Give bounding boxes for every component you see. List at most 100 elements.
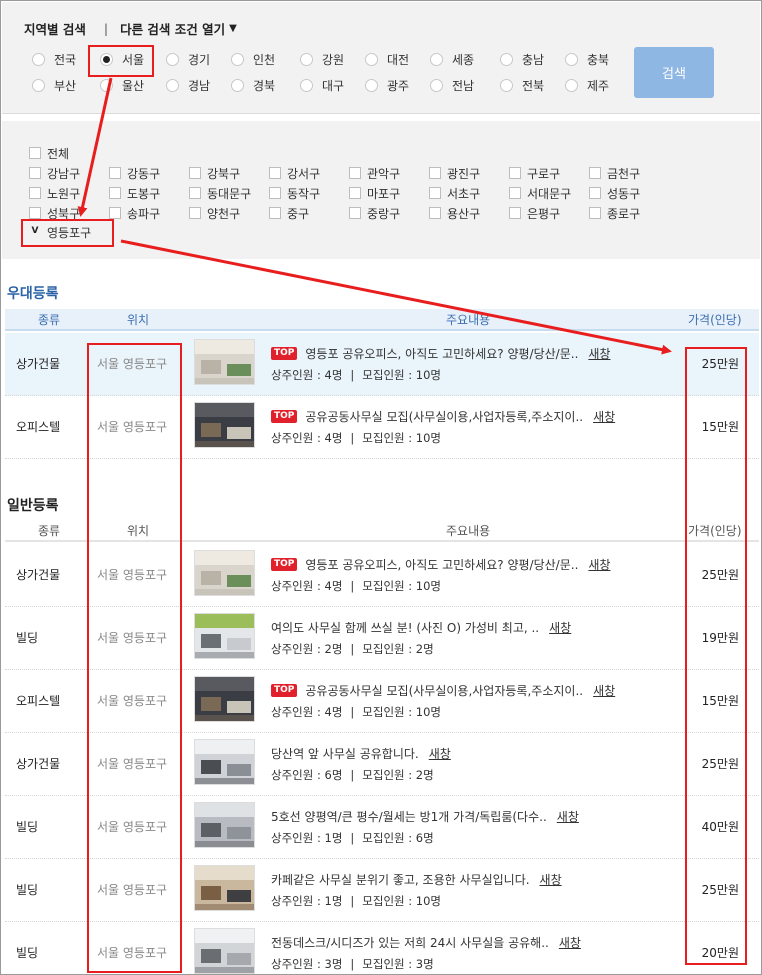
- checkbox-box[interactable]: [29, 147, 41, 159]
- radio-dot[interactable]: [300, 52, 313, 66]
- radio-dot[interactable]: [430, 78, 443, 92]
- chevron-down-icon[interactable]: ▼: [229, 23, 237, 34]
- checkbox-box[interactable]: [589, 187, 601, 199]
- checkbox-box[interactable]: [349, 167, 361, 179]
- listing-thumbnail[interactable]: [194, 802, 255, 848]
- district-checkbox[interactable]: 종로구: [589, 205, 640, 221]
- checkbox-box[interactable]: V: [29, 226, 41, 238]
- radio-dot[interactable]: [500, 78, 513, 92]
- listing-title-line[interactable]: 당산역 앞 사무실 공유합니다. 새창: [271, 745, 451, 762]
- checkbox-box[interactable]: [269, 207, 281, 219]
- district-checkbox[interactable]: 서대문구: [509, 185, 571, 201]
- district-checkbox[interactable]: 관악구: [349, 165, 400, 181]
- checkbox-box[interactable]: [349, 187, 361, 199]
- checkbox-box[interactable]: [429, 187, 441, 199]
- district-checkbox[interactable]: 용산구: [429, 205, 480, 221]
- region-radio[interactable]: 경기: [166, 50, 210, 68]
- district-checkbox[interactable]: 동작구: [269, 185, 320, 201]
- district-checkbox[interactable]: 마포구: [349, 185, 400, 201]
- listing-thumbnail[interactable]: [194, 739, 255, 785]
- checkbox-box[interactable]: [29, 207, 41, 219]
- region-radio[interactable]: 세종: [430, 50, 474, 68]
- new-window-link[interactable]: 새창: [588, 556, 610, 573]
- region-radio[interactable]: 전남: [430, 76, 474, 94]
- radio-dot[interactable]: [100, 78, 113, 92]
- region-radio[interactable]: 서울: [100, 50, 144, 68]
- district-checkbox[interactable]: 동대문구: [189, 185, 251, 201]
- listing-row[interactable]: 오피스텔 서울 영등포구 TOP 공유공동사무실 모집(사무실이용,사업자등록,주소지…: [5, 396, 759, 459]
- region-radio[interactable]: 충북: [565, 50, 609, 68]
- listing-row[interactable]: 상가건물 서울 영등포구 당산역 앞 사무실 공유합니다. 새창 상주인원 : 6명 | 모…: [5, 733, 759, 796]
- checkbox-box[interactable]: [189, 167, 201, 179]
- radio-dot[interactable]: [430, 52, 443, 66]
- new-window-link[interactable]: 새창: [549, 619, 571, 636]
- radio-dot[interactable]: [231, 78, 244, 92]
- listing-thumbnail[interactable]: [194, 676, 255, 722]
- district-checkbox[interactable]: 성북구: [29, 205, 80, 221]
- region-radio[interactable]: 대구: [300, 76, 344, 94]
- listing-title-line[interactable]: TOP 공유공동사무실 모집(사무실이용,사업자등록,주소지이.. 새창: [271, 408, 615, 425]
- listing-title[interactable]: 공유공동사무실 모집(사무실이용,사업자등록,주소지이..: [305, 682, 583, 699]
- checkbox-box[interactable]: [109, 207, 121, 219]
- listing-title[interactable]: 카페같은 사무실 분위기 좋고, 조용한 사무실입니다.: [271, 871, 530, 888]
- radio-dot[interactable]: [565, 78, 578, 92]
- radio-dot[interactable]: [365, 78, 378, 92]
- radio-dot[interactable]: [166, 78, 179, 92]
- region-radio[interactable]: 대전: [365, 50, 409, 68]
- more-conditions-toggle[interactable]: 다른 검색 조건 열기: [120, 19, 225, 38]
- listing-thumbnail[interactable]: [194, 613, 255, 659]
- listing-thumbnail[interactable]: [194, 550, 255, 596]
- listing-title[interactable]: 여의도 사무실 함께 쓰실 분! (사진 O) 가성비 최고, ..: [271, 619, 539, 636]
- listing-title-line[interactable]: TOP 공유공동사무실 모집(사무실이용,사업자등록,주소지이.. 새창: [271, 682, 615, 699]
- checkbox-box[interactable]: [269, 187, 281, 199]
- radio-dot[interactable]: [32, 78, 45, 92]
- region-radio[interactable]: 강원: [300, 50, 344, 68]
- region-radio[interactable]: 인천: [231, 50, 275, 68]
- region-radio[interactable]: 전국: [32, 50, 76, 68]
- district-checkbox[interactable]: 광진구: [429, 165, 480, 181]
- district-checkbox[interactable]: 강남구: [29, 165, 80, 181]
- region-radio[interactable]: 울산: [100, 76, 144, 94]
- checkbox-box[interactable]: [189, 207, 201, 219]
- radio-dot[interactable]: [166, 52, 179, 66]
- listing-title[interactable]: 공유공동사무실 모집(사무실이용,사업자등록,주소지이..: [305, 408, 583, 425]
- district-checkbox[interactable]: 서초구: [429, 185, 480, 201]
- listing-title-line[interactable]: 5호선 양평역/큰 평수/월세는 방1개 가격/독립룸(다수.. 새창: [271, 808, 579, 825]
- region-radio[interactable]: 광주: [365, 76, 409, 94]
- district-checkbox[interactable]: 강동구: [109, 165, 160, 181]
- new-window-link[interactable]: 새창: [559, 934, 581, 951]
- listing-title[interactable]: 당산역 앞 사무실 공유합니다.: [271, 745, 419, 762]
- checkbox-box[interactable]: [429, 167, 441, 179]
- radio-dot[interactable]: [565, 52, 578, 66]
- new-window-link[interactable]: 새창: [593, 408, 615, 425]
- listing-row[interactable]: 빌딩 서울 영등포구 카페같은 사무실 분위기 좋고, 조용한 사무실입니다. 새창 상…: [5, 859, 759, 922]
- listing-row[interactable]: 빌딩 서울 영등포구 여의도 사무실 함께 쓰실 분! (사진 O) 가성비 최고,…: [5, 607, 759, 670]
- listing-thumbnail[interactable]: [194, 928, 255, 974]
- listing-thumbnail[interactable]: [194, 402, 255, 448]
- checkbox-box[interactable]: [29, 187, 41, 199]
- region-radio[interactable]: 제주: [565, 76, 609, 94]
- listing-row[interactable]: 빌딩 서울 영등포구 전동데스크/시디즈가 있는 저희 24시 사무실을 공유해..…: [5, 922, 759, 974]
- listing-title[interactable]: 전동데스크/시디즈가 있는 저희 24시 사무실을 공유해..: [271, 934, 549, 951]
- district-checkbox[interactable]: V 영등포구: [29, 224, 92, 240]
- district-checkbox[interactable]: 강북구: [189, 165, 240, 181]
- new-window-link[interactable]: 새창: [593, 682, 615, 699]
- radio-dot[interactable]: [500, 52, 513, 66]
- region-radio[interactable]: 경남: [166, 76, 210, 94]
- listing-row[interactable]: 상가건물 서울 영등포구 TOP 영등포 공유오피스, 아직도 고민하세요? 양평/당…: [5, 544, 759, 607]
- listing-title-line[interactable]: TOP 영등포 공유오피스, 아직도 고민하세요? 양평/당산/문.. 새창: [271, 345, 610, 362]
- checkbox-box[interactable]: [109, 187, 121, 199]
- radio-dot[interactable]: [32, 52, 45, 66]
- region-radio[interactable]: 경북: [231, 76, 275, 94]
- district-checkbox-all[interactable]: 전체: [29, 145, 69, 161]
- district-checkbox[interactable]: 양천구: [189, 205, 240, 221]
- district-checkbox[interactable]: 중랑구: [349, 205, 400, 221]
- listing-title-line[interactable]: 전동데스크/시디즈가 있는 저희 24시 사무실을 공유해.. 새창: [271, 934, 581, 951]
- district-checkbox[interactable]: 구로구: [509, 165, 560, 181]
- search-button[interactable]: 검색: [634, 47, 714, 98]
- radio-dot[interactable]: [300, 78, 313, 92]
- new-window-link[interactable]: 새창: [429, 745, 451, 762]
- checkbox-box[interactable]: [509, 187, 521, 199]
- region-radio[interactable]: 전북: [500, 76, 544, 94]
- checkbox-box[interactable]: [109, 167, 121, 179]
